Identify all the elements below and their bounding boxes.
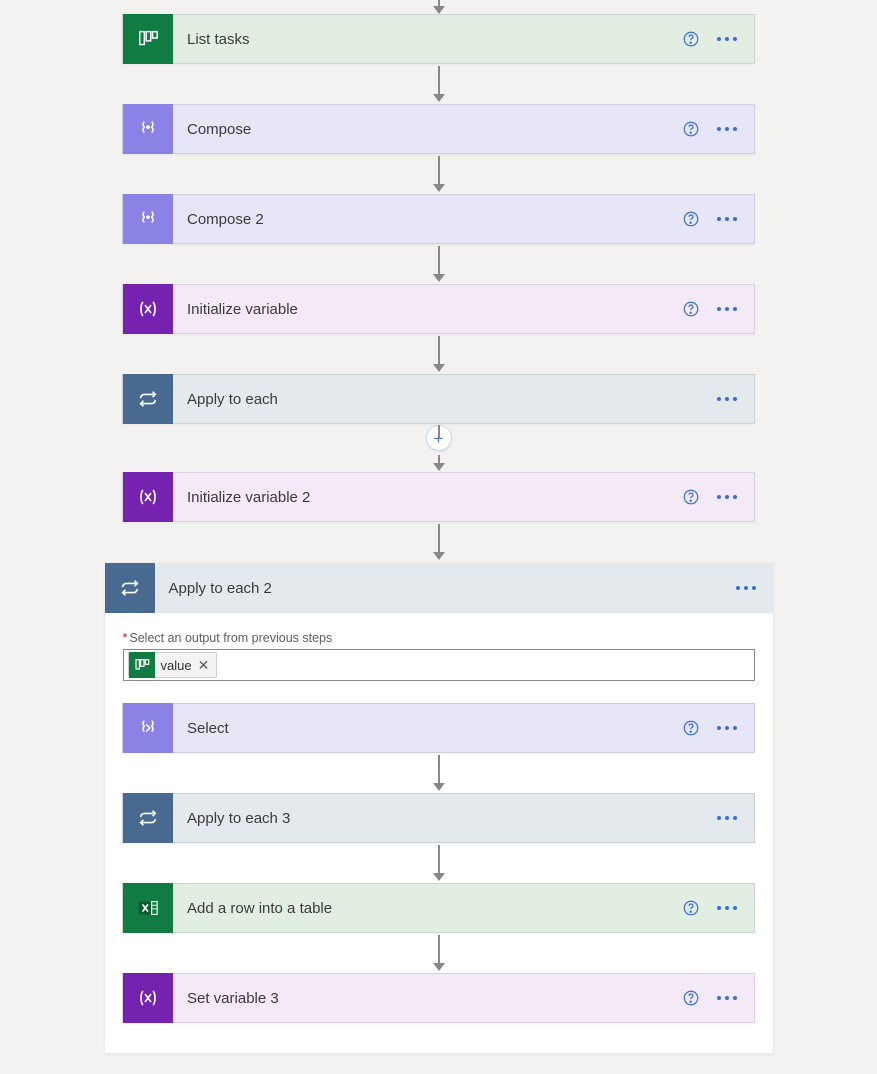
step-label: Apply to each 3 (173, 810, 716, 827)
help-icon[interactable] (682, 30, 700, 48)
help-icon[interactable] (682, 719, 700, 737)
loop-icon (123, 374, 173, 424)
step-list-tasks[interactable]: List tasks (122, 14, 755, 64)
more-icon[interactable] (716, 216, 738, 222)
planner-icon (129, 652, 155, 678)
connector-arrow[interactable] (433, 522, 445, 562)
variable-icon (123, 973, 173, 1023)
token-label: value (161, 658, 192, 673)
step-apply-to-each-2[interactable]: Apply to each 2 (105, 563, 773, 613)
more-icon[interactable] (716, 36, 738, 42)
step-initialize-variable-2[interactable]: Initialize variable 2 (122, 472, 755, 522)
connector-arrow[interactable] (433, 753, 445, 793)
help-icon[interactable] (682, 120, 700, 138)
connector-arrow[interactable] (433, 154, 445, 194)
more-icon[interactable] (716, 396, 738, 402)
compose-icon (123, 104, 173, 154)
help-icon[interactable] (682, 300, 700, 318)
variable-icon (123, 472, 173, 522)
more-icon[interactable] (716, 725, 738, 731)
step-apply-to-each-2-panel: Apply to each 2 *Select an output from p… (104, 562, 774, 1054)
loop-icon (105, 563, 155, 613)
connector-arrow[interactable]: + (426, 424, 452, 472)
dynamic-token-value[interactable]: value ✕ (128, 652, 218, 678)
step-label: Select (173, 720, 682, 737)
step-label: Compose (173, 121, 682, 138)
connector-arrow (433, 0, 445, 14)
step-label: Apply to each 2 (155, 580, 735, 597)
compose-icon (123, 194, 173, 244)
step-label: Initialize variable 2 (173, 489, 682, 506)
flow-column: List tasks Compose (122, 14, 755, 562)
loop-icon (123, 793, 173, 843)
more-icon[interactable] (716, 494, 738, 500)
step-select[interactable]: Select (122, 703, 755, 753)
token-remove-icon[interactable]: ✕ (198, 657, 210, 674)
step-set-variable-3[interactable]: Set variable 3 (122, 973, 755, 1023)
connector-arrow[interactable] (433, 64, 445, 104)
more-icon[interactable] (735, 585, 757, 591)
field-label: *Select an output from previous steps (123, 631, 333, 645)
connector-arrow[interactable] (433, 843, 445, 883)
step-label: Apply to each (173, 391, 716, 408)
select-icon (123, 703, 173, 753)
more-icon[interactable] (716, 126, 738, 132)
step-label: Set variable 3 (173, 990, 682, 1007)
step-label: Initialize variable (173, 301, 682, 318)
help-icon[interactable] (682, 488, 700, 506)
help-icon[interactable] (682, 989, 700, 1007)
step-initialize-variable[interactable]: Initialize variable (122, 284, 755, 334)
excel-icon (123, 883, 173, 933)
step-compose-2[interactable]: Compose 2 (122, 194, 755, 244)
connector-arrow[interactable] (433, 244, 445, 284)
variable-icon (123, 284, 173, 334)
step-label: List tasks (173, 31, 682, 48)
step-apply-to-each[interactable]: Apply to each (122, 374, 755, 424)
connector-arrow[interactable] (433, 334, 445, 374)
planner-icon (123, 14, 173, 64)
more-icon[interactable] (716, 306, 738, 312)
step-label: Add a row into a table (173, 900, 682, 917)
step-label: Compose 2 (173, 211, 682, 228)
connector-arrow[interactable] (433, 933, 445, 973)
more-icon[interactable] (716, 905, 738, 911)
step-apply-to-each-3[interactable]: Apply to each 3 (122, 793, 755, 843)
more-icon[interactable] (716, 815, 738, 821)
required-marker: * (123, 631, 128, 645)
more-icon[interactable] (716, 995, 738, 1001)
help-icon[interactable] (682, 210, 700, 228)
step-compose[interactable]: Compose (122, 104, 755, 154)
output-select-input[interactable]: value ✕ (123, 649, 755, 681)
step-add-row-into-table[interactable]: Add a row into a table (122, 883, 755, 933)
help-icon[interactable] (682, 899, 700, 917)
